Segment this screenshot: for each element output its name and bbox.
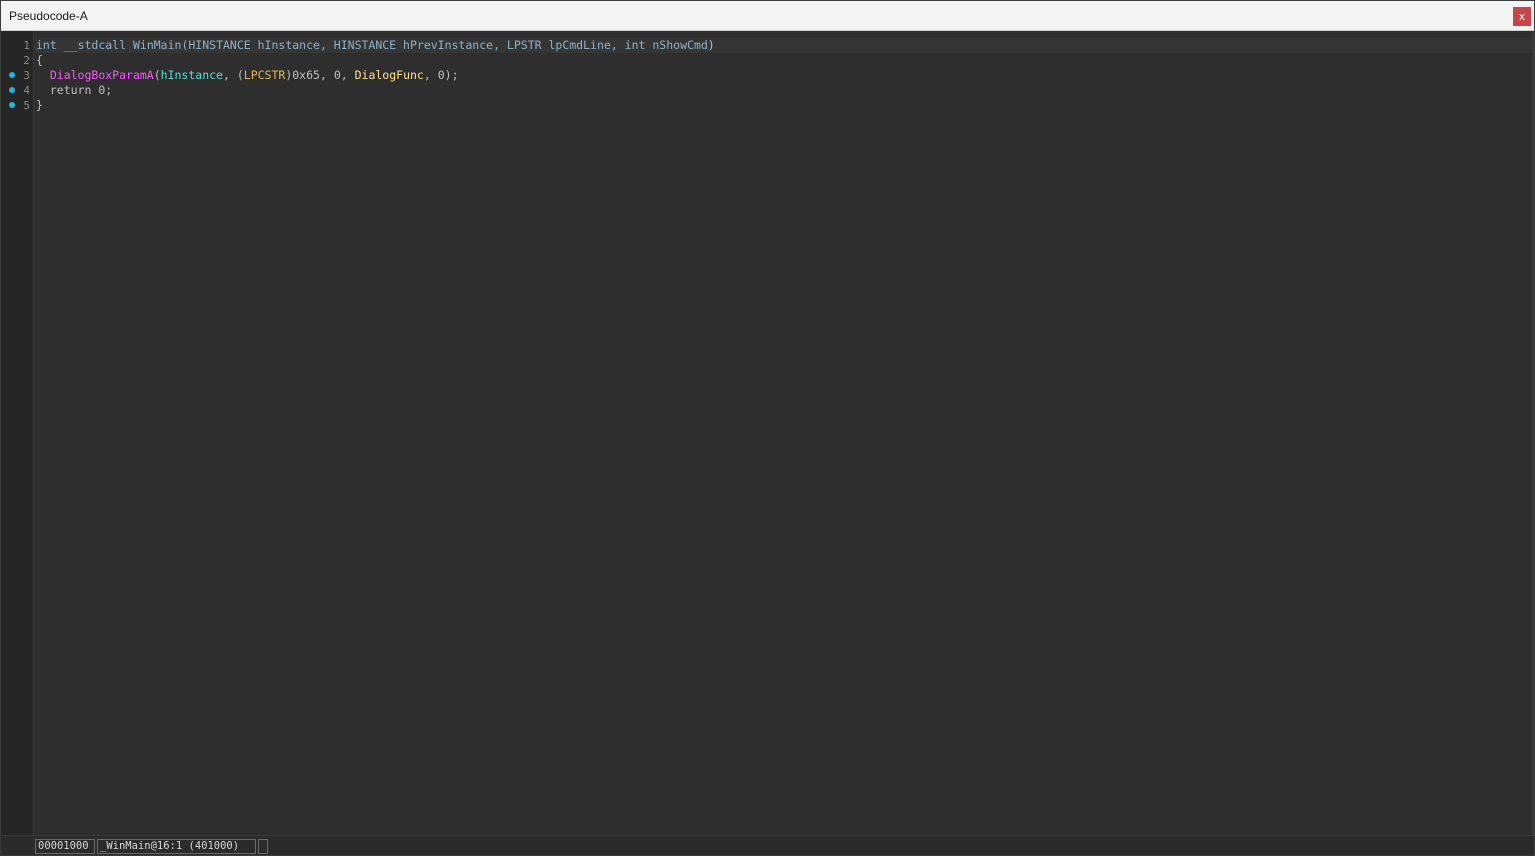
scrollbar-edge[interactable] bbox=[1532, 31, 1534, 835]
pseudocode-editor[interactable]: 1 2 3 4 5 int __stdcall WinMain ( HINSTANC… bbox=[1, 31, 1534, 835]
separator: , bbox=[423, 68, 438, 82]
paren: ( bbox=[153, 68, 161, 82]
status-bar: 00001000 _WinMain@16:1 (401000) bbox=[1, 835, 1534, 855]
return-value: 0; bbox=[91, 83, 113, 97]
numeric-literal[interactable]: 0 bbox=[334, 68, 341, 82]
close-brace: } bbox=[36, 98, 43, 112]
code-line-4[interactable]: return 0; bbox=[36, 83, 112, 98]
cast-type[interactable]: LPCSTR bbox=[244, 68, 286, 82]
line-number: 4 bbox=[23, 84, 30, 97]
title-bar[interactable]: Pseudocode-A x bbox=[1, 1, 1534, 31]
code-line-5[interactable]: } bbox=[36, 98, 43, 113]
param-name[interactable]: lpCmdLine bbox=[548, 38, 610, 52]
breakpoint-marker-icon[interactable] bbox=[9, 102, 15, 108]
calling-convention: __stdcall bbox=[63, 38, 127, 52]
open-brace: { bbox=[36, 53, 43, 67]
param-name[interactable]: hInstance bbox=[258, 38, 320, 52]
window-title: Pseudocode-A bbox=[9, 9, 88, 23]
return-keyword: return bbox=[49, 83, 92, 97]
return-type: int bbox=[36, 38, 57, 52]
separator: , bbox=[222, 68, 237, 82]
gutter-row[interactable]: 1 bbox=[1, 38, 34, 53]
separator: , bbox=[319, 68, 334, 82]
numeric-literal[interactable]: 0x65 bbox=[292, 68, 320, 82]
status-location: _WinMain@16:1 (401000) bbox=[97, 839, 256, 854]
separator: , bbox=[340, 68, 355, 82]
param-type[interactable]: HINSTANCE bbox=[188, 38, 250, 52]
separator: , bbox=[319, 38, 334, 52]
import-call-name[interactable]: DialogBoxParamA bbox=[50, 68, 154, 82]
code-line-2[interactable]: { bbox=[36, 53, 43, 68]
line-number-gutter[interactable]: 1 2 3 4 5 bbox=[1, 31, 34, 835]
separator: , bbox=[493, 38, 507, 52]
close-button[interactable]: x bbox=[1513, 7, 1531, 26]
param-type[interactable]: int bbox=[625, 38, 646, 52]
function-reference[interactable]: DialogFunc bbox=[355, 68, 424, 82]
pseudocode-window: Pseudocode-A x 1 2 3 4 5 int __stdcall W… bbox=[0, 0, 1535, 856]
gutter-row[interactable]: 4 bbox=[1, 83, 34, 98]
code-line-3[interactable]: DialogBoxParamA(hInstance, (LPCSTR)0x65,… bbox=[36, 68, 459, 83]
gutter-row[interactable]: 2 bbox=[1, 53, 34, 68]
paren: ) bbox=[707, 38, 715, 52]
status-extra bbox=[258, 839, 268, 854]
param-type[interactable]: HINSTANCE bbox=[334, 38, 396, 52]
numeric-literal[interactable]: 0 bbox=[438, 68, 445, 82]
argument-variable[interactable]: hInstance bbox=[161, 68, 223, 82]
line-number: 2 bbox=[23, 54, 30, 67]
param-name[interactable]: nShowCmd bbox=[652, 38, 707, 52]
breakpoint-marker-icon[interactable] bbox=[9, 72, 15, 78]
gutter-row[interactable]: 3 bbox=[1, 68, 34, 83]
breakpoint-marker-icon[interactable] bbox=[9, 87, 15, 93]
function-name[interactable]: WinMain bbox=[133, 38, 181, 52]
param-type[interactable]: LPSTR bbox=[507, 38, 542, 52]
paren: ( bbox=[236, 68, 244, 82]
param-name[interactable]: hPrevInstance bbox=[403, 38, 493, 52]
code-line-1[interactable]: int __stdcall WinMain(HINSTANCE hInstanc… bbox=[36, 38, 715, 53]
line-number: 1 bbox=[23, 39, 30, 52]
statement-end: ); bbox=[444, 68, 459, 82]
line-number: 5 bbox=[23, 99, 30, 112]
gutter-row[interactable]: 5 bbox=[1, 98, 34, 113]
line-number: 3 bbox=[23, 69, 30, 82]
status-address: 00001000 bbox=[35, 839, 95, 854]
separator: , bbox=[610, 38, 625, 52]
code-view[interactable]: int __stdcall WinMain ( HINSTANCE hInstanc… bbox=[35, 31, 1534, 835]
